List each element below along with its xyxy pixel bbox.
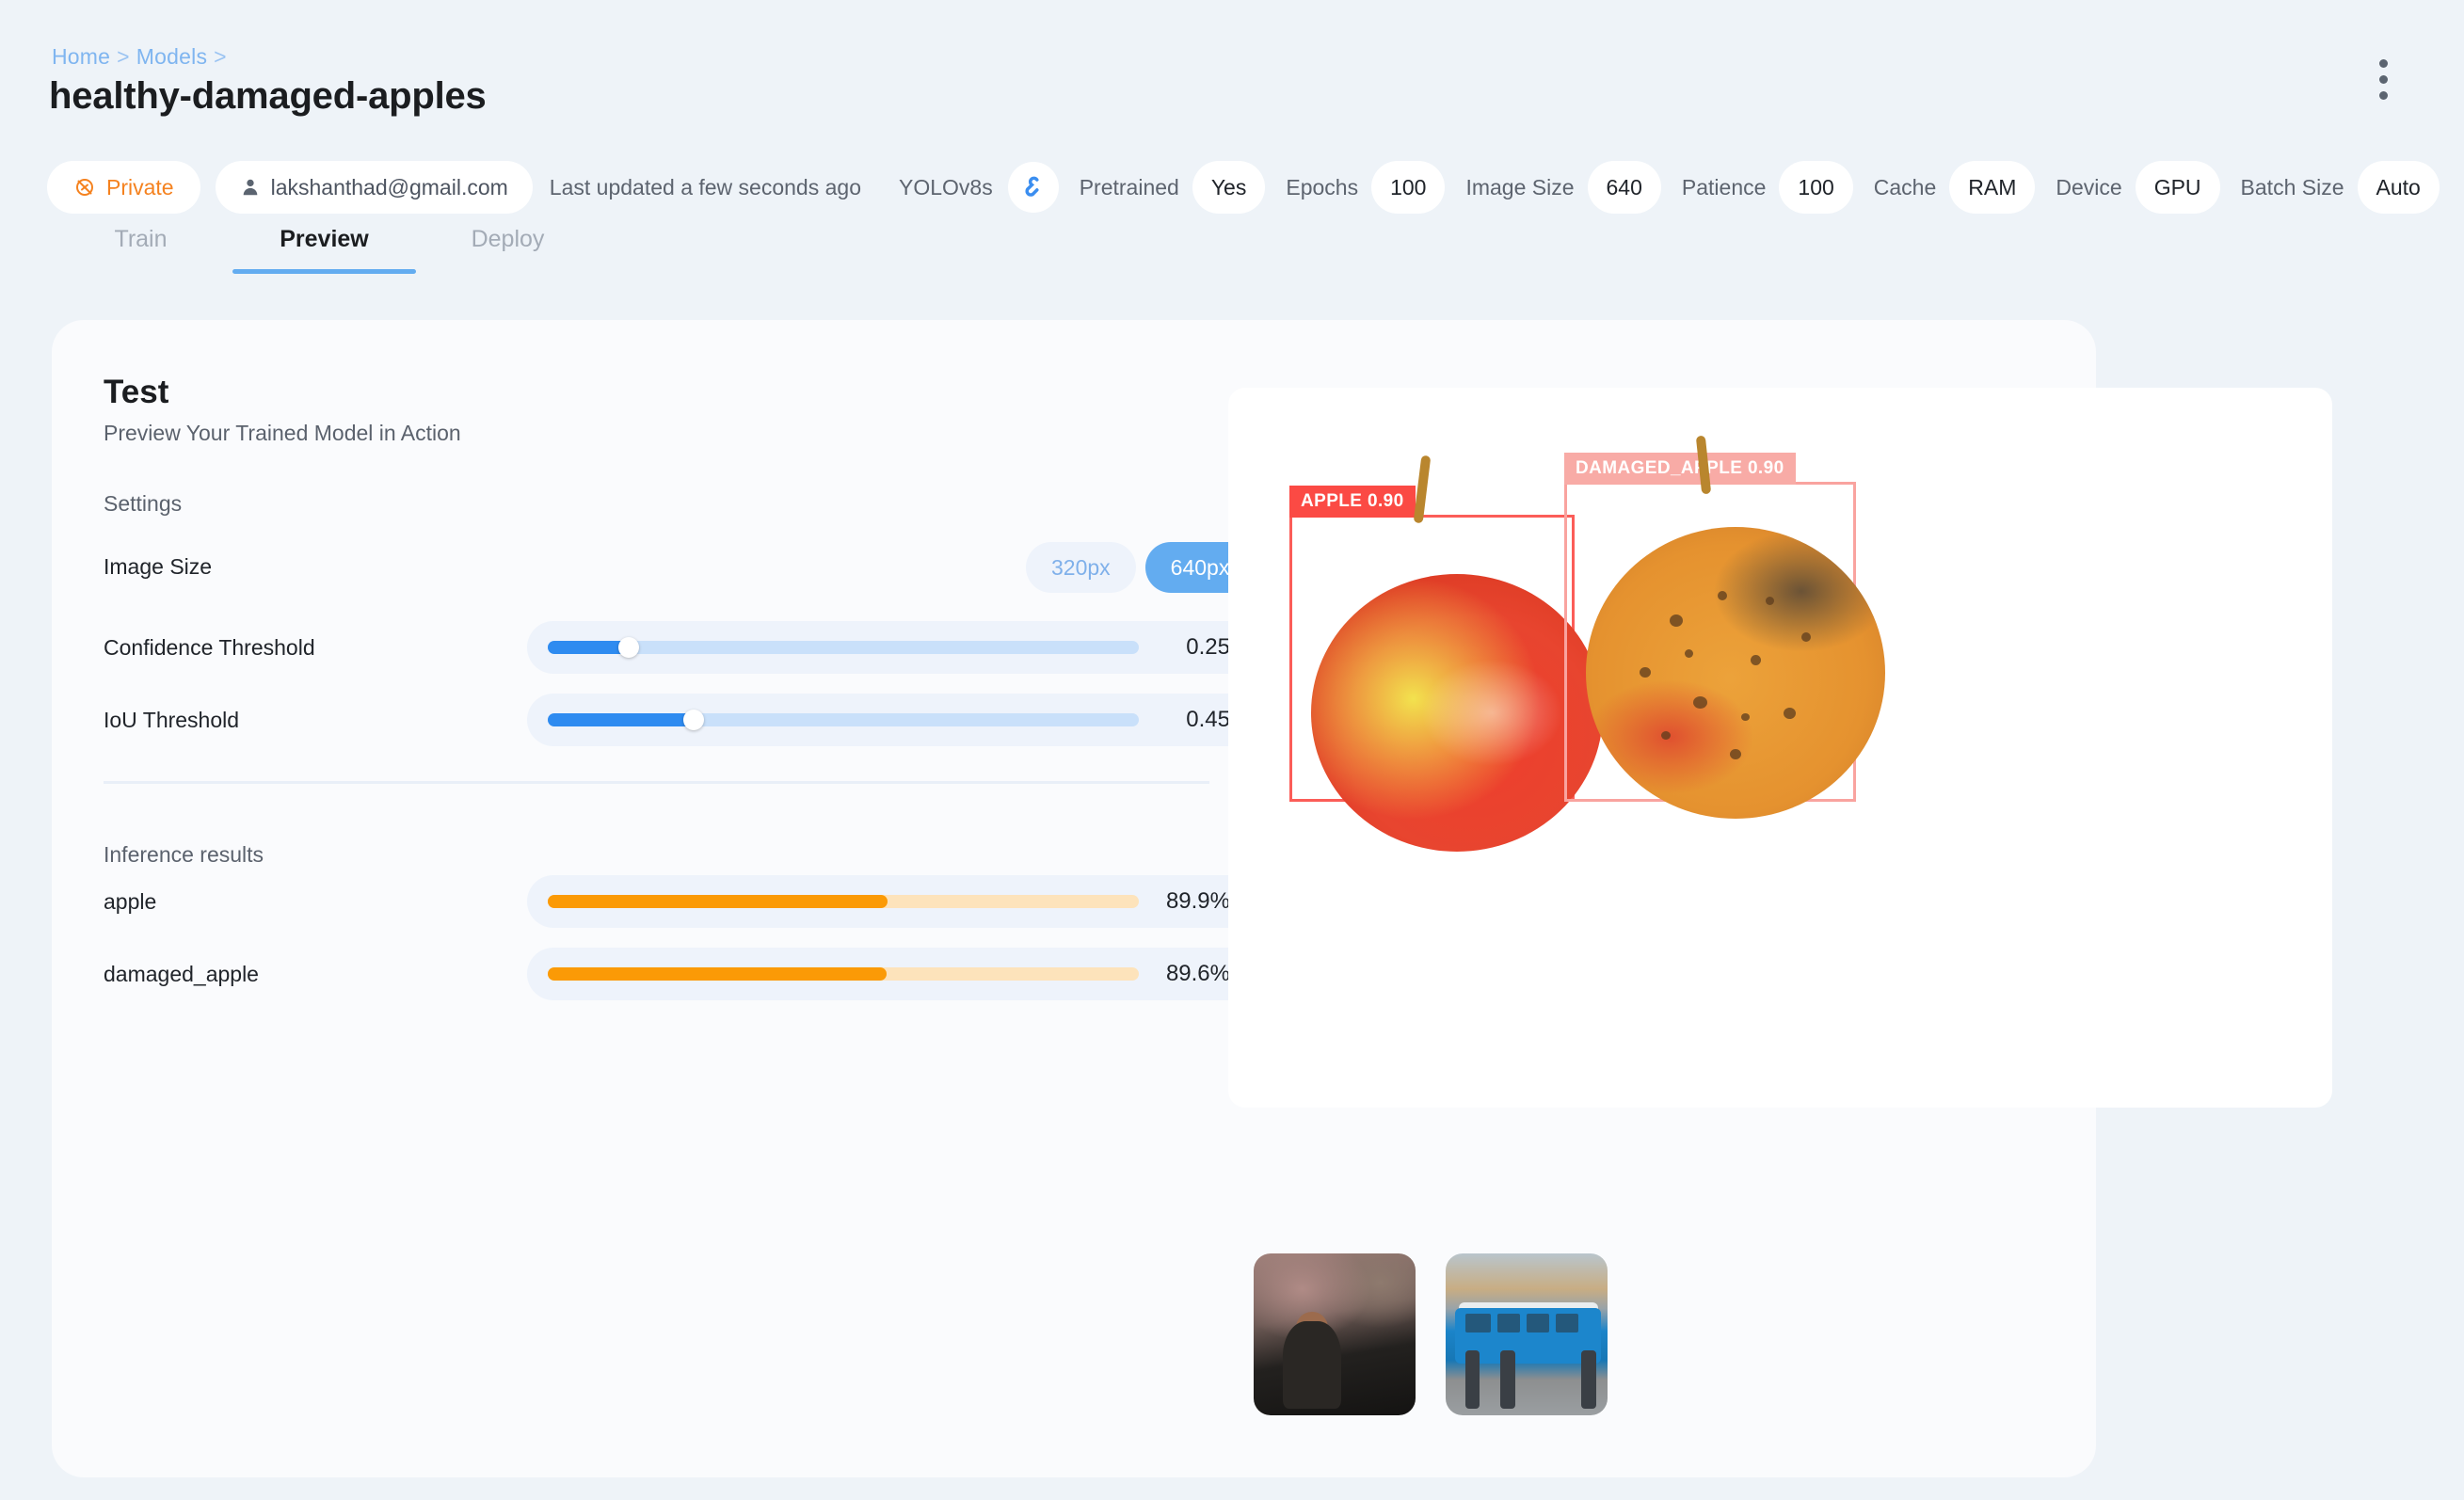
- apple-body-healthy: [1311, 574, 1603, 852]
- tab-train[interactable]: Train: [49, 226, 232, 274]
- param-key: Device: [2056, 174, 2122, 199]
- model-meta-bar: Private lakshanthad@gmail.com Last updat…: [47, 158, 2440, 216]
- breadcrumb-separator-1: >: [117, 44, 130, 69]
- model-name-label: YOLOv8s: [898, 174, 993, 199]
- param-image-size: Image Size 640: [1445, 161, 1661, 214]
- inference-confidence-value: 89.9%: [1165, 888, 1230, 914]
- image-size-label: Image Size: [104, 553, 213, 579]
- owner-chip[interactable]: lakshanthad@gmail.com: [215, 161, 533, 214]
- param-key: Patience: [1681, 174, 1767, 199]
- param-pretrained: Pretrained Yes: [1059, 161, 1266, 214]
- param-key: Cache: [1873, 174, 1937, 199]
- detection-box-damaged-apple: DAMAGED_APPLE 0.90: [1564, 435, 1885, 819]
- iou-slider-fill: [548, 713, 695, 726]
- apple-photo: APPLE 0.90 DAMAGED_APPLE 0.90: [1228, 388, 2332, 1108]
- test-card: Test Preview Your Trained Model in Actio…: [52, 320, 2332, 1477]
- settings-divider: [104, 781, 1209, 784]
- param-value[interactable]: 100: [1371, 161, 1446, 214]
- iou-slider-knob[interactable]: [683, 710, 705, 730]
- inference-bar-fill: [548, 967, 888, 981]
- thumbnail-football-managers[interactable]: [1254, 1253, 1416, 1415]
- iou-threshold-label: IoU Threshold: [104, 707, 240, 732]
- page-title: healthy-damaged-apples: [49, 75, 487, 117]
- more-options-icon[interactable]: [2370, 56, 2396, 102]
- inference-results-heading: Inference results: [104, 842, 264, 867]
- inference-class-label: damaged_apple: [104, 961, 259, 986]
- detection-label-apple: APPLE 0.90: [1289, 486, 1416, 518]
- inference-preview-image[interactable]: APPLE 0.90 DAMAGED_APPLE 0.90: [1228, 388, 2332, 1108]
- wrench-icon: [1021, 173, 1046, 202]
- param-patience: Patience 100: [1661, 161, 1853, 214]
- test-subtitle: Preview Your Trained Model in Action: [104, 421, 461, 445]
- inference-class-label: apple: [104, 888, 157, 914]
- confidence-slider-fill: [548, 641, 630, 654]
- breadcrumb-home[interactable]: Home: [52, 44, 110, 69]
- iou-slider-track[interactable]: [548, 710, 1139, 730]
- param-value[interactable]: Yes: [1192, 161, 1266, 214]
- owner-email-label: lakshanthad@gmail.com: [270, 174, 508, 199]
- detection-box-apple: APPLE 0.90: [1289, 455, 1603, 852]
- eye-off-icon: [73, 176, 96, 199]
- param-value[interactable]: 640: [1587, 161, 1661, 214]
- iou-threshold-slider[interactable]: 0.45: [527, 694, 1256, 746]
- image-size-segmented-control: 320px 640px: [1026, 542, 1256, 593]
- param-key: Batch Size: [2240, 174, 2344, 199]
- visibility-badge[interactable]: Private: [47, 161, 200, 214]
- inference-bar-fill: [548, 895, 888, 908]
- param-key: Image Size: [1465, 174, 1575, 199]
- param-device: Device GPU: [2035, 161, 2220, 214]
- settings-heading: Settings: [104, 491, 183, 516]
- breadcrumb: Home > Models >: [52, 44, 233, 70]
- app-root: Home > Models > healthy-damaged-apples Priv…: [0, 0, 2464, 1500]
- param-key: Pretrained: [1079, 174, 1179, 199]
- test-title: Test: [104, 374, 169, 410]
- person-icon: [240, 177, 261, 198]
- breadcrumb-models[interactable]: Models: [136, 44, 207, 69]
- param-value[interactable]: GPU: [2135, 161, 2220, 214]
- last-updated-label: Last updated a few seconds ago: [549, 174, 861, 199]
- inference-bar-damaged-apple: 89.6%: [527, 948, 1256, 1000]
- iou-threshold-value: 0.45: [1186, 707, 1230, 732]
- detection-label-damaged-apple: DAMAGED_APPLE 0.90: [1564, 453, 1796, 485]
- inference-bar-track: [548, 895, 1139, 908]
- kebab-dot: [2378, 90, 2388, 100]
- param-cache: Cache RAM: [1853, 161, 2036, 214]
- param-epochs: Epochs 100: [1265, 161, 1446, 214]
- confidence-threshold-slider[interactable]: 0.25: [527, 621, 1256, 674]
- confidence-slider-track[interactable]: [548, 637, 1139, 658]
- param-value[interactable]: RAM: [1949, 161, 2036, 214]
- param-key: Epochs: [1286, 174, 1359, 199]
- param-value[interactable]: 100: [1779, 161, 1853, 214]
- inference-bar-track: [548, 967, 1139, 981]
- tab-preview[interactable]: Preview: [232, 226, 416, 274]
- confidence-threshold-value: 0.25: [1186, 634, 1230, 660]
- thumbnail-street-bus[interactable]: [1446, 1253, 1608, 1415]
- tab-bar: Train Preview Deploy: [49, 226, 600, 274]
- inference-bar-apple: 89.9%: [527, 875, 1256, 928]
- confidence-slider-knob[interactable]: [618, 637, 640, 658]
- image-size-option-320[interactable]: 320px: [1026, 542, 1136, 593]
- sample-image-thumbnails: [1254, 1253, 1608, 1415]
- setting-row-image-size: Image Size: [104, 538, 1158, 595]
- kebab-dot: [2378, 74, 2388, 84]
- breadcrumb-separator-2: >: [214, 44, 227, 69]
- kebab-dot: [2378, 58, 2388, 68]
- apple-body-damaged: [1586, 527, 1885, 819]
- param-batch-size: Batch Size Auto: [2220, 161, 2440, 214]
- param-value[interactable]: Auto: [2357, 161, 2440, 214]
- confidence-threshold-label: Confidence Threshold: [104, 634, 315, 660]
- tab-deploy[interactable]: Deploy: [416, 226, 600, 274]
- apple-stem: [1413, 455, 1432, 524]
- inference-confidence-value: 89.6%: [1165, 961, 1230, 986]
- visibility-label: Private: [106, 174, 174, 199]
- edit-config-button[interactable]: [1007, 162, 1059, 213]
